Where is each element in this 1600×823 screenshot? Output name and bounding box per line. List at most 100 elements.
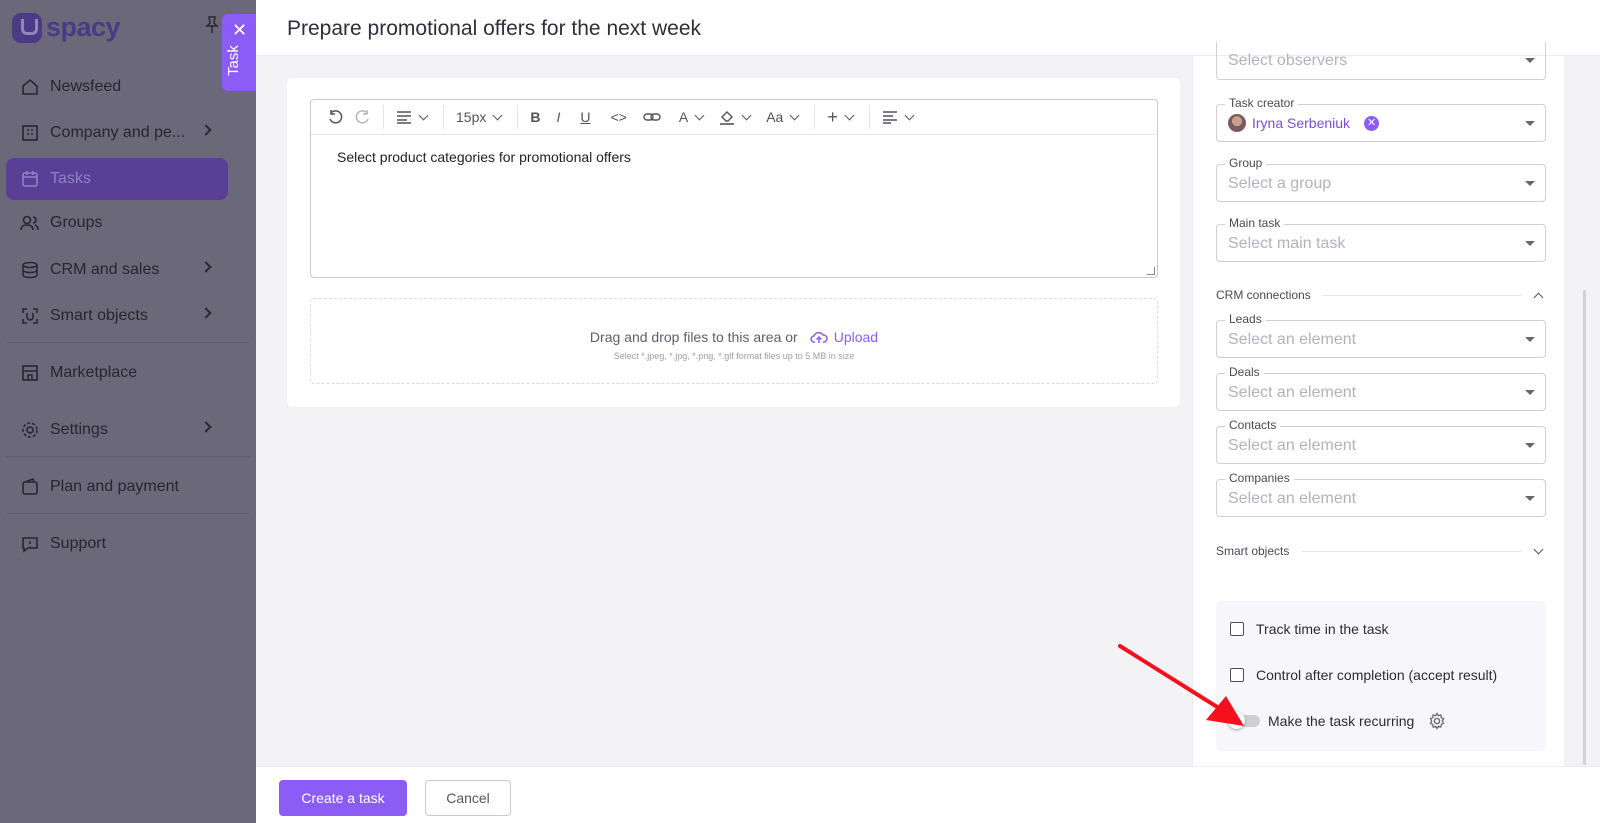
- smart-objects-toggle[interactable]: Smart objects: [1216, 543, 1546, 559]
- field-label: Main task: [1225, 216, 1285, 230]
- building-icon: [20, 123, 40, 143]
- sidebar-item-label: Settings: [50, 421, 108, 438]
- align-dropdown[interactable]: [876, 105, 923, 129]
- editor-content[interactable]: Select product categories for promotiona…: [311, 135, 1157, 179]
- dropdown-arrow-icon: [1525, 121, 1535, 126]
- store-icon: [20, 363, 40, 383]
- undo-icon[interactable]: [321, 105, 349, 129]
- main-task-placeholder: Select main task: [1228, 235, 1346, 252]
- sidebar-item-tasks[interactable]: Tasks: [6, 158, 228, 200]
- redo-icon[interactable]: [349, 105, 377, 129]
- sidebar-item-label: Support: [50, 535, 107, 552]
- field-label: Task creator: [1225, 96, 1299, 110]
- dropdown-arrow-icon: [1525, 337, 1535, 342]
- sidebar-item-company[interactable]: Company and pe...: [6, 112, 228, 154]
- create-task-button[interactable]: Create a task: [279, 780, 407, 816]
- user-chip-name: Iryna Serbeniuk: [1252, 115, 1351, 131]
- group-select[interactable]: Group Select a group: [1216, 156, 1546, 202]
- sidebar-item-label: Newsfeed: [50, 78, 122, 95]
- sidebar-item-label: CRM and sales: [50, 261, 160, 278]
- plus-icon: +: [827, 106, 838, 127]
- scrollbar[interactable]: [1583, 290, 1586, 765]
- gear-icon[interactable]: [1428, 712, 1446, 730]
- sidebar-item-groups[interactable]: Groups: [6, 202, 228, 244]
- coins-icon: [20, 260, 40, 280]
- option-label: Control after completion (accept result): [1256, 667, 1498, 683]
- field-label: Contacts: [1225, 418, 1281, 432]
- sidebar: spacy Newsfeed Company and pe... Tasks G…: [0, 0, 256, 823]
- sidebar-item-marketplace[interactable]: Marketplace: [6, 352, 228, 394]
- task-tab[interactable]: ✕ Task: [222, 14, 256, 91]
- divider: [517, 105, 519, 129]
- leads-select[interactable]: Leads Select an element: [1216, 312, 1546, 358]
- calendar-icon: [20, 169, 40, 189]
- companies-select[interactable]: Companies Select an element: [1216, 471, 1546, 517]
- dropzone-text: Drag and drop files to this area or: [589, 329, 798, 345]
- observers-select[interactable]: Select observers: [1216, 42, 1546, 80]
- divider: [6, 513, 250, 514]
- dropdown-arrow-icon: [1525, 390, 1535, 395]
- chevron-down-icon: [492, 110, 503, 120]
- sidebar-item-support[interactable]: Support: [6, 523, 228, 565]
- link-icon[interactable]: [637, 105, 667, 129]
- font-size-dropdown[interactable]: 15px: [450, 105, 511, 129]
- field-label: Deals: [1225, 365, 1264, 379]
- divider: [6, 342, 250, 343]
- pin-icon[interactable]: [205, 16, 219, 34]
- divider: [383, 105, 384, 129]
- task-options: Track time in the task Control after com…: [1216, 601, 1546, 751]
- insert-dropdown[interactable]: +: [821, 105, 863, 129]
- remove-icon[interactable]: ✕: [1364, 115, 1380, 131]
- chevron-down-icon: [418, 110, 429, 120]
- control-after-option[interactable]: Control after completion (accept result): [1230, 667, 1497, 683]
- rich-text-editor[interactable]: 15px B I U <> A Aa + Select product cate…: [310, 99, 1158, 278]
- divider: [443, 105, 444, 129]
- leads-placeholder: Select an element: [1228, 331, 1357, 348]
- field-label: Companies: [1225, 471, 1294, 485]
- dropdown-arrow-icon: [1525, 241, 1535, 246]
- divider: [1322, 294, 1521, 296]
- sidebar-item-crm[interactable]: CRM and sales: [6, 249, 228, 291]
- sidebar-item-label: Marketplace: [50, 364, 138, 381]
- sidebar-item-label: Smart objects: [50, 307, 148, 324]
- chat-icon: [20, 534, 40, 554]
- dropzone-message: Drag and drop files to this area or Uplo…: [311, 329, 1157, 345]
- sidebar-item-plan[interactable]: Plan and payment: [6, 466, 228, 508]
- upload-button[interactable]: Upload: [810, 329, 878, 345]
- section-title: Smart objects: [1216, 544, 1290, 558]
- crm-connections-toggle[interactable]: CRM connections: [1216, 287, 1546, 303]
- contacts-placeholder: Select an element: [1228, 437, 1357, 454]
- bold-icon[interactable]: B: [524, 105, 546, 129]
- file-dropzone[interactable]: Drag and drop files to this area or Uplo…: [310, 298, 1158, 384]
- recurring-option[interactable]: Make the task recurring: [1228, 712, 1446, 730]
- sidebar-item-settings[interactable]: Settings: [6, 409, 228, 451]
- cancel-button[interactable]: Cancel: [425, 780, 511, 816]
- highlight-dropdown[interactable]: [713, 105, 760, 129]
- contacts-select[interactable]: Contacts Select an element: [1216, 418, 1546, 464]
- page-title[interactable]: Prepare promotional offers for the next …: [287, 17, 701, 41]
- dropdown-arrow-icon: [1525, 181, 1535, 186]
- dropdown-arrow-icon: [1525, 496, 1535, 501]
- chevron-down-icon: [741, 110, 752, 120]
- code-icon[interactable]: <>: [601, 105, 637, 129]
- sidebar-item-newsfeed[interactable]: Newsfeed: [6, 66, 228, 108]
- track-time-option[interactable]: Track time in the task: [1230, 621, 1389, 637]
- main-task-select[interactable]: Main task Select main task: [1216, 216, 1546, 262]
- close-icon[interactable]: ✕: [232, 21, 247, 39]
- font-color-icon: A: [678, 109, 689, 125]
- italic-icon[interactable]: I: [546, 105, 570, 129]
- line-height-dropdown[interactable]: [390, 105, 437, 129]
- underline-icon[interactable]: U: [570, 105, 600, 129]
- font-color-dropdown[interactable]: A: [667, 105, 713, 129]
- gear-icon: [20, 420, 40, 440]
- deals-select[interactable]: Deals Select an element: [1216, 365, 1546, 411]
- track-time-checkbox[interactable]: [1230, 622, 1244, 636]
- resize-handle-icon[interactable]: [1147, 267, 1155, 275]
- user-chip: Iryna Serbeniuk ✕: [1228, 114, 1380, 132]
- sidebar-item-smart-objects[interactable]: Smart objects: [6, 295, 228, 337]
- logo[interactable]: spacy: [12, 12, 121, 43]
- task-creator-select[interactable]: Task creator Iryna Serbeniuk ✕: [1216, 96, 1546, 142]
- chevron-down-icon: [1533, 544, 1544, 554]
- text-case-dropdown[interactable]: Aa: [760, 105, 808, 129]
- editor-toolbar: 15px B I U <> A Aa +: [311, 100, 1157, 135]
